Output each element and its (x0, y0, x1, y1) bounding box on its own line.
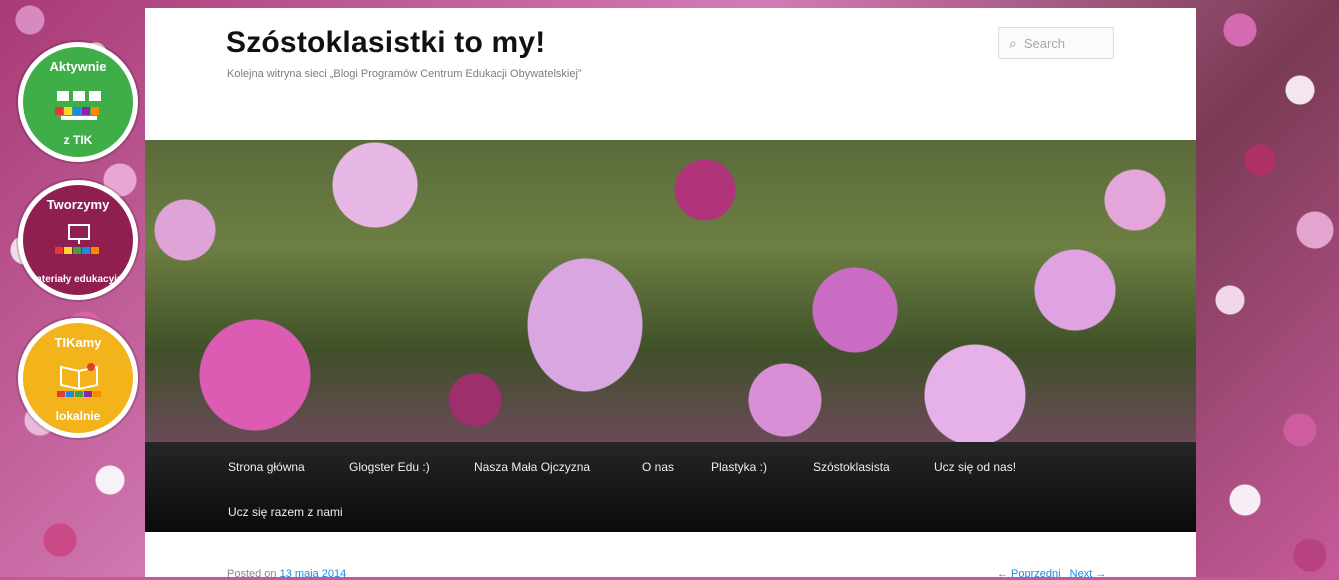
nav-item-szostoklasista[interactable]: Szóstoklasista (813, 460, 890, 474)
badge-bottom-text: z TIK (63, 133, 93, 147)
next-post-link[interactable]: Next → (1070, 568, 1107, 580)
badge-top-text: TIKamy (54, 335, 102, 350)
badge-bottom-text: materiały edukacyjne (27, 274, 129, 285)
posted-prefix: Posted on (227, 568, 277, 580)
monitor-icon (55, 224, 99, 254)
search-box[interactable]: ⌕ (998, 27, 1114, 59)
search-input[interactable] (1021, 34, 1106, 52)
nav-item-strona-glowna[interactable]: Strona główna (228, 460, 305, 474)
nav-item-glogster-edu[interactable]: Glogster Edu :) (349, 460, 430, 474)
post-navigation: ← Poprzedni Next → (991, 568, 1106, 580)
nav-item-ucz-sie-od-nas[interactable]: Ucz się od nas! (934, 460, 1016, 474)
search-icon: ⌕ (1009, 34, 1017, 51)
page-container: Szóstoklasistki to my! Kolejna witryna s… (145, 8, 1196, 580)
site-description: Kolejna witryna sieci „Blogi Programów C… (227, 68, 582, 80)
previous-post-link[interactable]: ← Poprzedni (997, 568, 1061, 580)
map-book-icon (57, 363, 101, 397)
badge-tikamy-lokalnie[interactable]: TIKamy lokalnie (18, 318, 138, 438)
nav-item-nasza-mala-ojczyzna[interactable]: Nasza Mała Ojczyzna (474, 460, 590, 474)
nav-item-o-nas[interactable]: O nas (642, 460, 674, 474)
badge-bottom-text: lokalnie (55, 409, 101, 423)
badge-tworzymy-materialy[interactable]: Tworzymy materiały edukacyjne (18, 180, 138, 300)
nav-item-ucz-sie-razem-z-nami[interactable]: Ucz się razem z nami (228, 505, 343, 519)
badge-aktywnie-z-tik[interactable]: Aktywnie z TIK (18, 42, 138, 162)
site-title[interactable]: Szóstoklasistki to my! (226, 26, 546, 60)
badge-top-text: Tworzymy (46, 197, 110, 212)
post-meta: Posted on 13 maja 2014 (227, 568, 346, 580)
classroom-icon (55, 91, 101, 120)
main-navigation: Strona główna Glogster Edu :) Nasza Mała… (145, 442, 1196, 532)
content-area: Posted on 13 maja 2014 ← Poprzedni Next … (145, 532, 1196, 580)
header-image (145, 140, 1196, 442)
post-date-link[interactable]: 13 maja 2014 (280, 568, 347, 580)
nav-item-plastyka[interactable]: Plastyka :) (711, 460, 767, 474)
badge-top-text: Aktywnie (49, 59, 107, 74)
